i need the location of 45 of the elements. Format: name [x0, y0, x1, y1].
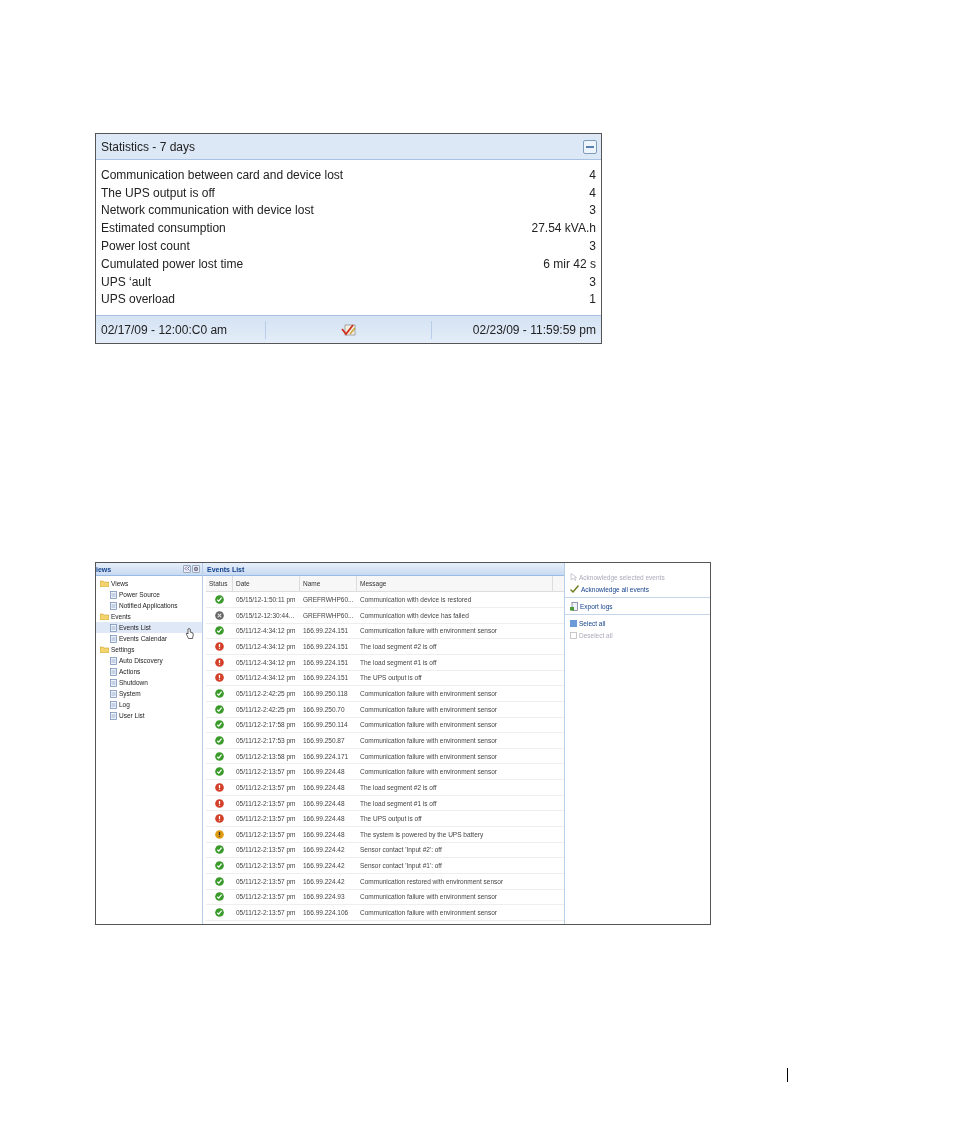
statistic-value: 3	[589, 239, 596, 254]
statistic-label: Cumulated power lost time	[101, 256, 244, 271]
end-date: 02/23/09 - 11:59:59 pm	[472, 322, 596, 337]
statistic-label: Network communication with device lost	[101, 203, 314, 218]
document-icon	[110, 623, 117, 632]
document-icon	[110, 601, 117, 610]
document-icon	[110, 689, 117, 698]
page-edge-mark	[787, 1068, 788, 1082]
statistic-label: UPS ‘ault	[101, 274, 152, 289]
document-icon	[570, 601, 578, 611]
document-icon	[110, 590, 117, 599]
statistic-value: 4	[589, 167, 596, 182]
empty-square-icon	[570, 631, 577, 639]
collapse-button[interactable]	[183, 565, 191, 574]
minus-icon	[586, 145, 594, 148]
start-date: 02/17/09 - 12:00:C0 am	[101, 322, 228, 337]
chart-check-icon[interactable]	[340, 323, 357, 336]
statistic-label: UPS overload	[101, 292, 176, 307]
gear-icon	[193, 566, 199, 573]
collapse-button[interactable]	[583, 139, 597, 154]
folder-icon	[100, 646, 109, 654]
statistic-value: 3	[589, 203, 596, 218]
document-icon	[110, 678, 117, 687]
panel-title: Statistics - 7 days	[101, 139, 196, 154]
filled-square-icon	[570, 619, 577, 627]
document-icon	[110, 667, 117, 676]
document-icon	[110, 700, 117, 709]
settings-button[interactable]	[192, 565, 200, 574]
statistic-label: Communication between card and device lost	[101, 167, 344, 182]
document-icon	[110, 656, 117, 665]
statistic-label: Estimated consumption	[101, 221, 226, 236]
statistic-value: 27.54 kVA.h	[531, 221, 596, 236]
document-icon	[110, 634, 117, 643]
statistic-value: 6 mir 42 s	[543, 256, 596, 271]
hand-cursor-icon	[185, 628, 194, 640]
statistic-label: Power lost count	[101, 239, 190, 254]
statistic-label: The UPS output is off	[101, 185, 215, 200]
check-mark-icon	[570, 585, 579, 594]
double-chevron-icon	[184, 566, 190, 572]
document-icon	[110, 711, 117, 720]
statistic-value: 1	[589, 292, 596, 307]
folder-icon	[100, 580, 109, 588]
statistic-value: 3	[589, 274, 596, 289]
statistic-value: 4	[589, 185, 596, 200]
cursor-arrow-icon	[570, 573, 577, 582]
